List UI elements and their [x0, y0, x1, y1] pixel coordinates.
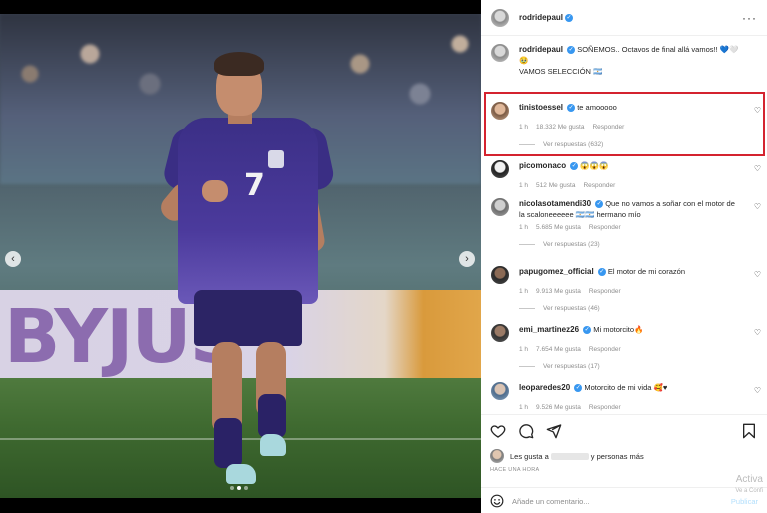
carousel-dot-active — [237, 486, 241, 490]
reply-button[interactable]: Responder — [589, 346, 621, 353]
reply-button[interactable]: Responder — [589, 404, 621, 411]
post-time: HACE UNA HORA — [490, 467, 540, 473]
blurred-username — [550, 452, 589, 460]
comment-text: Mi motorcito🔥 — [593, 325, 644, 334]
avatar[interactable] — [491, 266, 509, 284]
comment-time: 1 h — [519, 404, 529, 411]
carousel-dot — [230, 486, 234, 490]
reply-button[interactable]: Responder — [589, 288, 621, 295]
add-comment-bar: Publicar — [481, 487, 767, 513]
verified-icon: ✓ — [574, 384, 583, 393]
comment-text: Motorcito de mi vida 🥰♥ — [584, 383, 668, 392]
verified-icon: ✓ — [597, 268, 606, 277]
comment-likes[interactable]: 5.685 Me gusta — [536, 224, 581, 231]
verified-icon: ✓ — [567, 46, 576, 55]
emoji-icon[interactable] — [490, 494, 504, 508]
post-photo[interactable]: BYJUS 7 ‹ › — [0, 14, 481, 498]
boot — [260, 434, 286, 456]
like-comment-icon[interactable]: ♡ — [754, 270, 761, 279]
comment-time: 1 h — [519, 346, 529, 353]
comment-username[interactable]: leoparedes20 — [519, 383, 570, 392]
like-comment-icon[interactable]: ♡ — [754, 328, 761, 337]
player-figure: 7 — [156, 52, 340, 492]
verified-icon: ✓ — [565, 13, 574, 22]
comment-time: 1 h — [519, 288, 529, 295]
caption-text: SOÑEMOS.. Octavos de final allá vamos!! … — [577, 45, 739, 54]
more-options-icon[interactable]: ··· — [742, 11, 757, 25]
like-comment-icon[interactable]: ♡ — [754, 164, 761, 173]
comment-username[interactable]: picomonaco — [519, 161, 566, 170]
bookmark-icon[interactable] — [741, 423, 757, 439]
like-comment-icon[interactable]: ♡ — [754, 386, 761, 395]
comment-username[interactable]: papugomez_official — [519, 267, 594, 276]
comment-text: El motor de mi corazón — [607, 267, 685, 276]
post-sidebar: rodridepaul ✓ ··· rodridepaul ✓ SOÑEMOS.… — [481, 0, 767, 513]
avatar[interactable] — [490, 449, 504, 463]
verified-icon: ✓ — [595, 200, 604, 209]
view-replies-button[interactable]: Ver respuestas (17) — [519, 363, 761, 370]
avatar[interactable] — [491, 8, 509, 27]
jersey-number: 7 — [244, 168, 265, 203]
carousel-dot — [244, 486, 248, 490]
comment-time: 1 h — [519, 224, 529, 231]
publish-button[interactable]: Publicar — [731, 497, 758, 506]
author-username[interactable]: rodridepaul — [519, 13, 563, 22]
carousel-prev-button[interactable]: ‹ — [5, 251, 21, 267]
avatar[interactable] — [491, 324, 509, 342]
carousel-next-button[interactable]: › — [459, 251, 475, 267]
likes-prefix: Les gusta a — [510, 451, 549, 461]
carousel-dots — [230, 486, 248, 490]
comment-likes[interactable]: 512 Me gusta — [536, 182, 575, 189]
comment-time: 1 h — [519, 182, 529, 189]
caption-username[interactable]: rodridepaul — [519, 45, 563, 54]
crest — [268, 150, 284, 168]
view-replies-button[interactable]: Ver respuestas (23) — [519, 241, 761, 248]
likes-summary[interactable]: Les gusta a y personas más — [490, 449, 644, 463]
view-replies-label: Ver respuestas (23) — [543, 241, 600, 248]
comment-item: leoparedes20 ✓ Motorcito de mi vida 🥰♥ ♡… — [491, 382, 761, 411]
comment-item: picomonaco ✓ 😱😱😱 ♡ 1 h 512 Me gusta Resp… — [491, 160, 761, 189]
avatar[interactable] — [491, 44, 509, 62]
comment-username[interactable]: nicolasotamendi30 — [519, 199, 591, 208]
verified-icon: ✓ — [570, 162, 579, 171]
likes-suffix: y personas más — [590, 451, 644, 461]
comment-likes[interactable]: 9.913 Me gusta — [536, 288, 581, 295]
jersey — [178, 118, 318, 304]
comment-likes[interactable]: 7.654 Me gusta — [536, 346, 581, 353]
avatar[interactable] — [491, 382, 509, 400]
comment-item: nicolasotamendi30 ✓ Que no vamos a soñar… — [491, 198, 761, 248]
boot — [226, 464, 256, 484]
highlight-box — [484, 92, 765, 156]
comment-icon[interactable] — [518, 423, 534, 439]
comment-input[interactable] — [512, 496, 712, 506]
like-icon[interactable] — [490, 423, 506, 439]
caption: rodridepaul ✓ SOÑEMOS.. Octavos de final… — [491, 44, 761, 77]
verified-icon: ✓ — [583, 326, 592, 335]
post-header: rodridepaul ✓ ··· — [481, 0, 767, 36]
share-icon[interactable] — [546, 423, 562, 439]
view-replies-label: Ver respuestas (17) — [543, 363, 600, 370]
action-bar: Les gusta a y personas más HACE UNA HORA… — [481, 414, 767, 513]
comment-item: emi_martinez26 ✓ Mi motorcito🔥 ♡ 1 h 7.6… — [491, 324, 761, 370]
like-comment-icon[interactable]: ♡ — [754, 202, 761, 211]
avatar[interactable] — [491, 198, 509, 216]
view-replies-button[interactable]: Ver respuestas (46) — [519, 305, 761, 312]
reply-button[interactable]: Responder — [583, 182, 615, 189]
comment-item: papugomez_official ✓ El motor de mi cora… — [491, 266, 761, 312]
comment-text: 😱😱😱 — [580, 161, 609, 170]
caption-emoji: 🥹 — [519, 56, 529, 65]
caption-text-2: VAMOS SELECCIÓN 🇦🇷 — [519, 67, 603, 76]
view-replies-label: Ver respuestas (46) — [543, 305, 600, 312]
comment-username[interactable]: emi_martinez26 — [519, 325, 579, 334]
avatar[interactable] — [491, 160, 509, 178]
os-watermark: Activa — [735, 474, 763, 485]
comment-likes[interactable]: 9.526 Me gusta — [536, 404, 581, 411]
os-watermark-sub: Ve a Confi — [735, 488, 763, 494]
shorts — [194, 290, 302, 346]
reply-button[interactable]: Responder — [589, 224, 621, 231]
